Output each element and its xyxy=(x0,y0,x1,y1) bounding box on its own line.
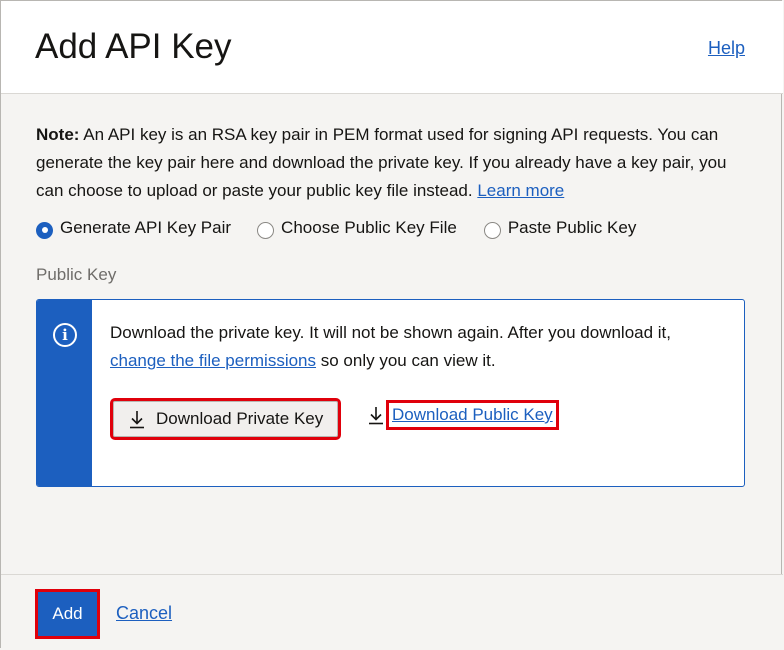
dialog-footer: Add Cancel xyxy=(1,574,783,649)
dialog-title: Add API Key xyxy=(35,27,232,66)
info-message-text: Download the private key. It will not be… xyxy=(110,319,730,375)
cancel-link[interactable]: Cancel xyxy=(116,603,172,624)
radio-option-choose-file[interactable]: Choose Public Key File xyxy=(257,218,457,239)
key-source-radio-group: Generate API Key Pair Choose Public Key … xyxy=(36,218,637,239)
download-public-key-wrap: Download Public Key xyxy=(367,400,559,430)
add-button[interactable]: Add xyxy=(35,589,100,639)
info-text-after: so only you can view it. xyxy=(316,351,496,370)
radio-label-generate: Generate API Key Pair xyxy=(60,218,232,237)
info-strip: i xyxy=(37,300,92,486)
add-api-key-dialog: Add API Key Help Note: An API key is an … xyxy=(0,0,783,649)
download-public-key-link[interactable]: Download Public Key xyxy=(386,400,559,430)
public-key-label: Public Key xyxy=(36,265,117,284)
info-message-box: i Download the private key. It will not … xyxy=(36,299,745,487)
info-icon: i xyxy=(53,323,77,347)
radio-generate-selected[interactable] xyxy=(36,221,53,239)
radio-choose-file[interactable] xyxy=(257,221,275,239)
note-text: An API key is an RSA key pair in PEM for… xyxy=(36,125,727,200)
download-icon xyxy=(130,411,144,429)
radio-label-paste: Paste Public Key xyxy=(507,218,637,237)
learn-more-link[interactable]: Learn more xyxy=(477,181,564,200)
note-paragraph: Note: An API key is an RSA key pair in P… xyxy=(36,121,748,205)
download-private-key-label: Download Private Key xyxy=(156,409,324,428)
radio-option-generate[interactable]: Generate API Key Pair xyxy=(36,218,232,239)
help-link[interactable]: Help xyxy=(708,38,745,59)
radio-paste[interactable] xyxy=(483,221,501,239)
info-text-before: Download the private key. It will not be… xyxy=(110,323,672,342)
radio-option-paste[interactable]: Paste Public Key xyxy=(483,218,637,239)
dialog-header: Add API Key Help xyxy=(1,1,783,94)
change-permissions-link[interactable]: change the file permissions xyxy=(110,351,316,370)
download-private-key-button[interactable]: Download Private Key xyxy=(109,398,342,440)
download-icon xyxy=(369,407,383,425)
note-label: Note: xyxy=(36,125,80,144)
radio-label-choose-file: Choose Public Key File xyxy=(281,218,457,237)
